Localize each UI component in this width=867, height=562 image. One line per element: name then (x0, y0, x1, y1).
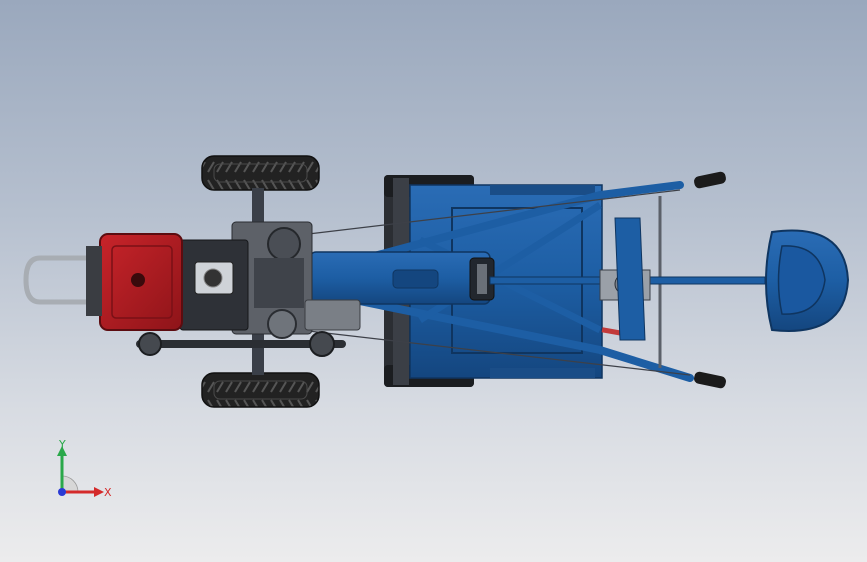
triad-y-label: Y (58, 440, 66, 451)
radiator[interactable] (179, 239, 249, 331)
front-axle-lower (252, 330, 264, 375)
main-beam[interactable] (309, 251, 495, 305)
tractor-model[interactable] (0, 0, 867, 562)
right-handle-grip[interactable] (693, 371, 727, 389)
triad-x-label: X (104, 486, 112, 499)
front-left-tire[interactable] (201, 155, 320, 191)
drive-belt (136, 331, 346, 357)
left-handle-grip[interactable] (693, 171, 727, 189)
steering-linkage (599, 217, 651, 341)
front-right-tire[interactable] (201, 372, 320, 408)
front-handle[interactable] (23, 255, 86, 305)
triad-x-arrow (94, 487, 104, 497)
fuel-tank[interactable] (99, 233, 183, 331)
orientation-triad: Y X (57, 440, 112, 499)
triad-z-axis (58, 488, 66, 496)
engine-base (86, 246, 102, 316)
seat[interactable] (765, 229, 850, 332)
cad-viewport[interactable]: Y X (0, 0, 867, 562)
